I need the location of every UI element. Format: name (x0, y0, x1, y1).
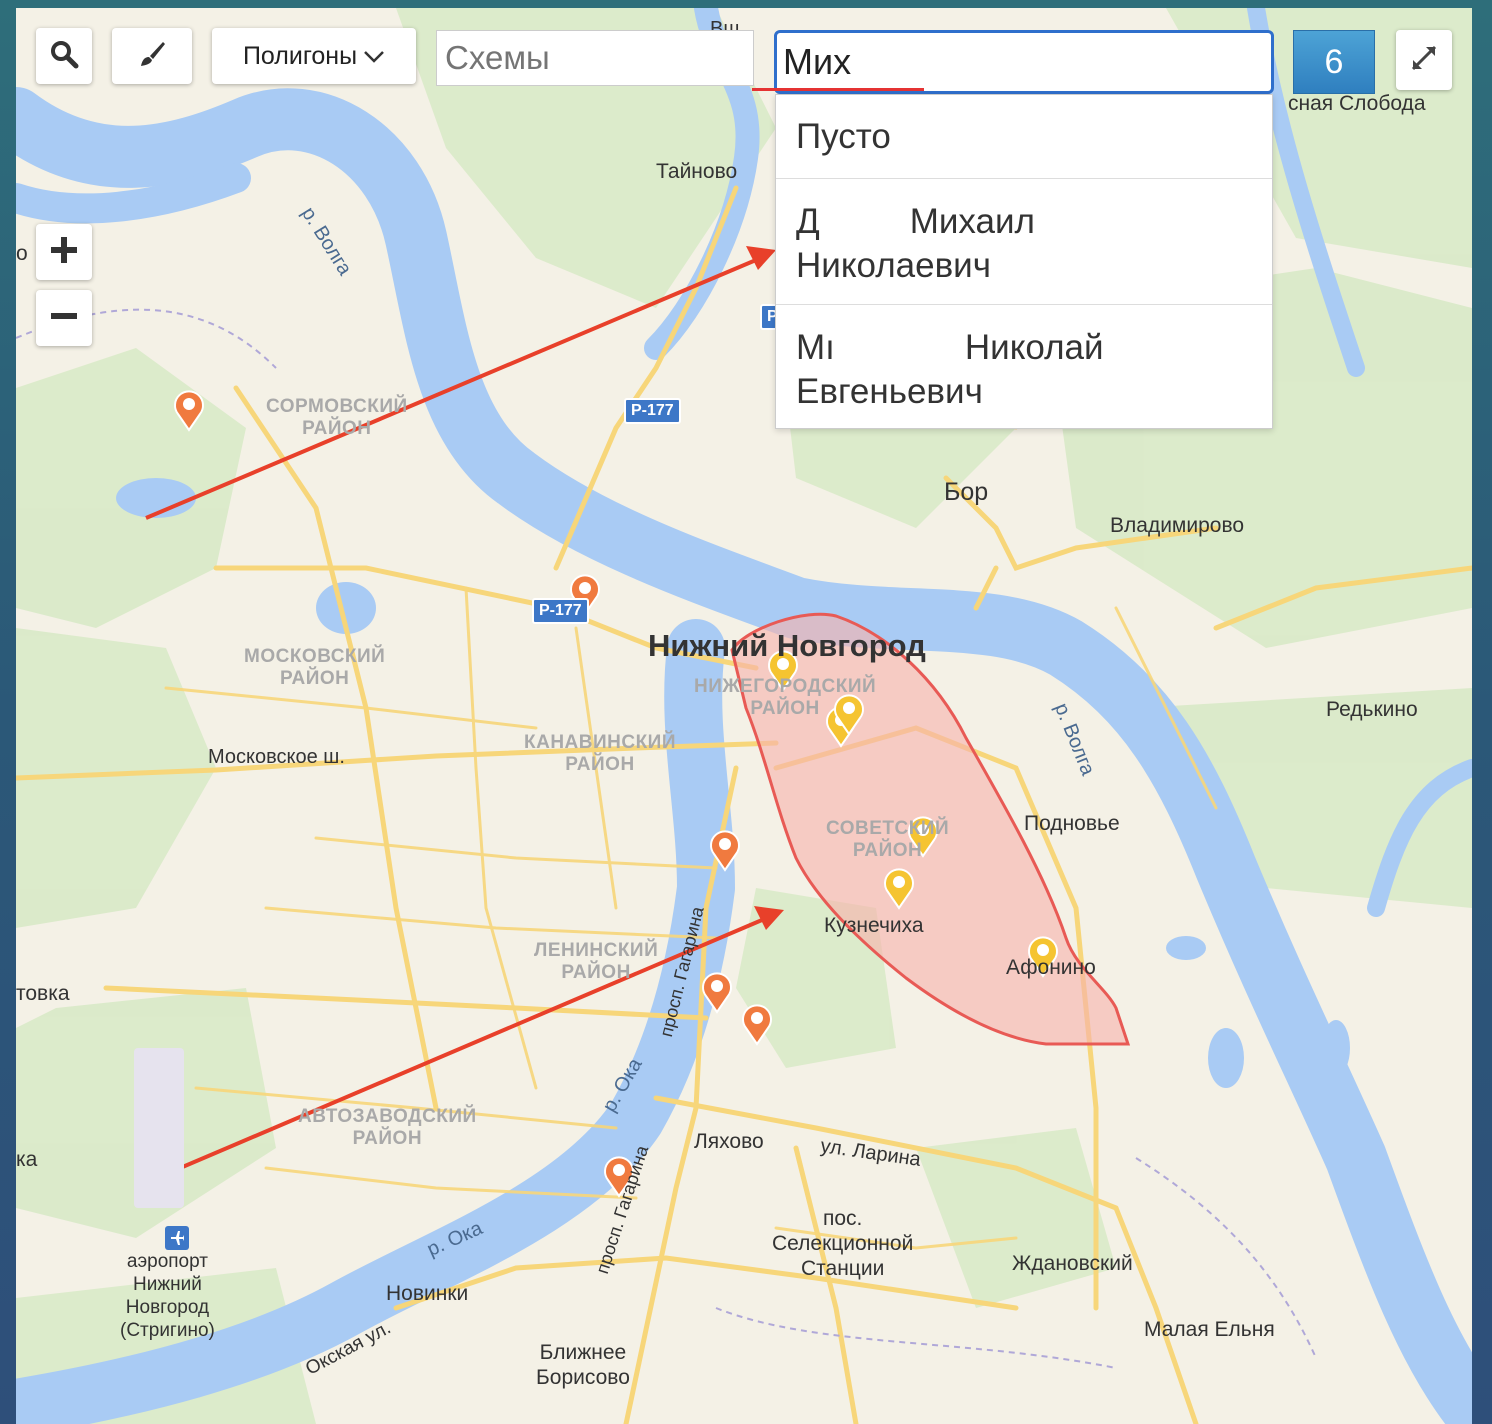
result-count-button[interactable]: 6 (1293, 30, 1375, 94)
place-label: Кузнечиха (824, 914, 924, 937)
place-label: Подновье (1024, 812, 1120, 835)
minus-icon (49, 301, 79, 336)
district-label: ЛЕНИНСКИЙ РАЙОН (534, 940, 659, 983)
district-label: СОВЕТСКИЙ РАЙОН (826, 818, 950, 861)
place-label: Тайново (656, 160, 738, 183)
city-label: Нижний Новгород (648, 628, 926, 663)
map-pin-orange[interactable] (172, 388, 206, 432)
zoom-out-button[interactable] (36, 290, 92, 346)
map-pin-yellow[interactable] (882, 866, 916, 910)
road-badge: Р-177 (624, 398, 681, 424)
district-label: АВТОЗАВОДСКИЙ РАЙОН (298, 1106, 477, 1149)
chevron-down-icon (363, 42, 385, 71)
option-patronymic: Николаевич (796, 245, 991, 285)
autocomplete-dropdown: Пусто Д Михаил Николаевич Мı Николай Евген… (775, 94, 1273, 429)
road-badge: Р-177 (532, 598, 589, 624)
option-surname: Д (796, 202, 820, 241)
place-label: Новинки (386, 1282, 469, 1305)
map-pin-orange[interactable] (740, 1002, 774, 1046)
polygons-label: Полигоны (242, 41, 358, 70)
place-label: о (16, 242, 28, 265)
plus-icon (49, 235, 79, 270)
fullscreen-button[interactable] (1396, 30, 1452, 90)
redacted-text (819, 203, 910, 244)
search-input[interactable] (774, 30, 1274, 94)
search-button[interactable] (36, 28, 92, 84)
place-label: Редькино (1326, 698, 1418, 721)
zoom-in-button[interactable] (36, 224, 92, 280)
place-label: Малая Ельня (1144, 1318, 1275, 1341)
place-label: ка (16, 1148, 38, 1171)
place-label: Бор (944, 478, 989, 506)
brush-button[interactable] (112, 28, 192, 84)
airport-icon (165, 1226, 189, 1250)
redacted-text (834, 329, 965, 370)
option-surname: Мı (796, 328, 835, 367)
map-pin-orange[interactable] (700, 970, 734, 1014)
district-label: СОРМОВСКИЙ РАЙОН (266, 396, 408, 439)
option-firstname: Николай (964, 328, 1104, 367)
place-label: Афонино (1006, 956, 1096, 979)
result-count: 6 (1324, 42, 1344, 81)
place-label: товка (16, 982, 70, 1005)
option-patronymic: Евгеньевич (796, 371, 983, 411)
place-label: Ближнее Борисово (536, 1341, 630, 1389)
place-label: пос. Селекционной Станции (772, 1207, 914, 1280)
place-label: Ляхово (694, 1130, 764, 1153)
place-label: Владимирово (1110, 514, 1245, 537)
place-label: сная Слобода (1288, 92, 1426, 115)
polygons-dropdown[interactable]: Полигоны (212, 28, 416, 84)
search-icon (49, 39, 79, 74)
district-label: МОСКОВСКИЙ РАЙОН (244, 646, 386, 689)
map-pin-orange[interactable] (708, 828, 742, 872)
schemes-input[interactable] (436, 30, 754, 86)
district-label: КАНАВИНСКИЙ РАЙОН (524, 732, 676, 775)
autocomplete-option[interactable]: Мı Николай Евгеньевич (776, 305, 1272, 429)
option-label: Пусто (796, 117, 891, 156)
brush-icon (137, 39, 167, 74)
option-firstname: Михаил (909, 202, 1035, 241)
spellcheck-underline (752, 88, 924, 91)
street-label: Московское ш. (208, 746, 345, 768)
district-label: НИЖЕГОРОДСКИЙ РАЙОН (694, 676, 877, 719)
autocomplete-option[interactable]: Д Михаил Николаевич (776, 179, 1272, 305)
place-label: Ждановский (1012, 1252, 1133, 1275)
place-label: аэропорт Нижний Новгород (Стригино) (120, 1251, 215, 1341)
fullscreen-icon (1409, 43, 1439, 78)
autocomplete-option[interactable]: Пусто (776, 95, 1272, 179)
